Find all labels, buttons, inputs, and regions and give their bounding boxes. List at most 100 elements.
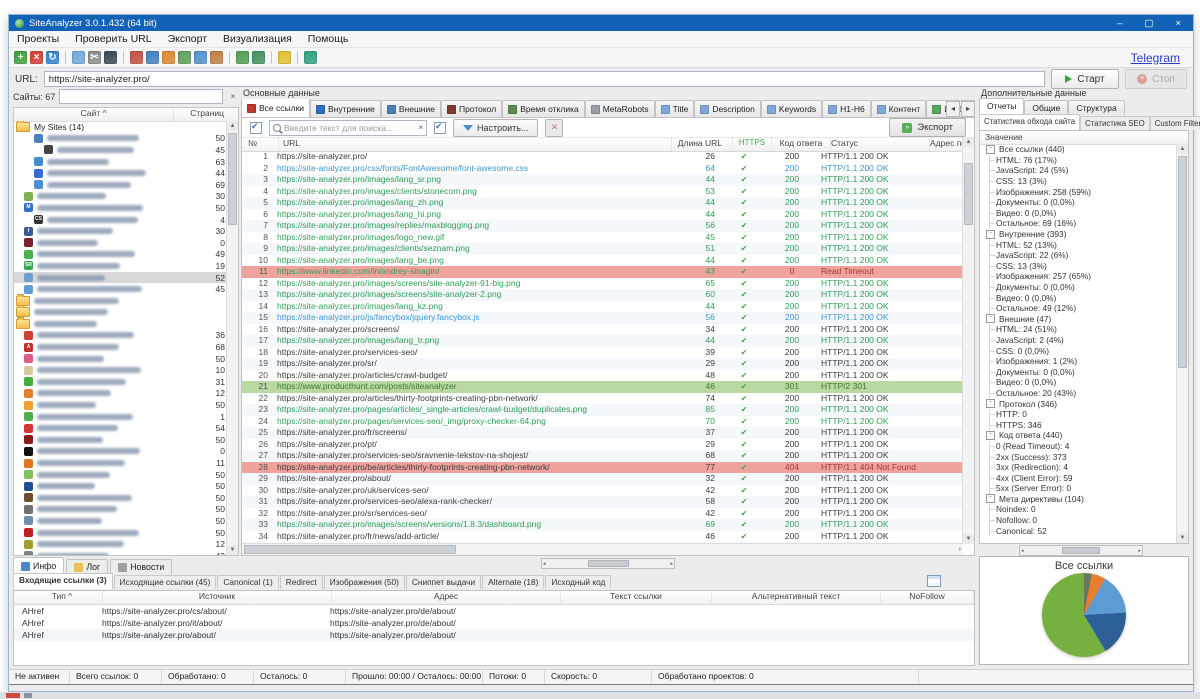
export-button[interactable]: » Экспорт (889, 118, 966, 137)
tree-scrollbar[interactable]: ▲▼ (1176, 144, 1188, 543)
details-subtab-4[interactable]: Redirect (280, 575, 323, 589)
maximize-button[interactable]: ▢ (1144, 18, 1153, 29)
column-header-4[interactable]: HTTPS (733, 138, 772, 151)
tree-item[interactable]: Canonical: 52 (980, 525, 1177, 536)
filter-checkbox-2[interactable] (434, 122, 446, 134)
tree-item[interactable]: Документы: 0 (0,0%) (980, 282, 1177, 293)
site-folder-row[interactable] (14, 318, 227, 330)
table-row[interactable]: 23https://site-analyzer.pro/pages/articl… (242, 404, 963, 416)
collapse-icon[interactable]: - (986, 431, 995, 440)
table-row[interactable]: 33https://site-analyzer.pro/images/scree… (242, 519, 963, 531)
value-column-header[interactable]: Значение (980, 131, 1188, 145)
tab-h1-h6[interactable]: H1-H6 (822, 100, 871, 117)
reports-subtab-2[interactable]: Статистика SEO (1080, 116, 1150, 130)
tab-keywords[interactable]: Keywords (761, 100, 822, 117)
details-tab-2[interactable]: Лог (66, 559, 108, 574)
site-row[interactable]: 45 (14, 283, 227, 295)
collapse-icon[interactable]: - (986, 399, 995, 408)
find-icon[interactable] (104, 51, 117, 64)
tree-item[interactable]: CSS: 13 (3%) (980, 176, 1177, 187)
delete-icon[interactable]: × (30, 51, 43, 64)
reports-tab-2[interactable]: Общие (1024, 100, 1068, 115)
tab-внешние[interactable]: Внешние (381, 100, 441, 117)
tree-item[interactable]: HTML: 76 (17%) (980, 155, 1177, 166)
site-row[interactable]: 30 (14, 191, 227, 203)
collapse-icon[interactable]: - (986, 145, 995, 154)
cursor-icon[interactable] (162, 51, 175, 64)
table-row[interactable]: 13https://site-analyzer.pro/images/scree… (242, 289, 963, 301)
table-green-icon[interactable] (178, 51, 191, 64)
tree-item[interactable]: Noindex: 0 (980, 504, 1177, 515)
column-header-1[interactable]: № (242, 138, 279, 151)
tab-время-отклика[interactable]: Время отклика (502, 100, 585, 117)
tree-group[interactable]: -Все ссылки (440) (980, 144, 1177, 155)
tab-metarobots[interactable]: MetaRobots (585, 100, 655, 117)
site-row[interactable]: 69 (14, 179, 227, 191)
column-header-2[interactable]: URL (279, 138, 672, 151)
menu-item-3[interactable]: Экспорт (160, 33, 215, 45)
table-row[interactable]: 3https://site-analyzer.pro/images/lang_s… (242, 174, 963, 186)
details-column-2[interactable]: Источник (103, 591, 332, 604)
reports-tab-1[interactable]: Отчеты (979, 98, 1024, 115)
collapse-icon[interactable]: - (986, 230, 995, 239)
table-row[interactable]: 2https://site-analyzer.pro/css/fonts/Fon… (242, 163, 963, 175)
tree-group[interactable]: -Код ответа (440) (980, 430, 1177, 441)
table-row[interactable]: 29https://site-analyzer.pro/about/32✔200… (242, 473, 963, 485)
tab-scroll-right-icon[interactable]: ▸ (961, 101, 975, 117)
brush-icon[interactable] (278, 51, 291, 64)
site-row[interactable]: 50 (14, 434, 227, 446)
refresh-icon[interactable]: ↻ (46, 51, 59, 64)
site-row[interactable]: 50 (14, 515, 227, 527)
filter-checkbox-1[interactable] (250, 122, 262, 134)
tree-item[interactable]: 5xx (Server Error): 0 (980, 483, 1177, 494)
table-row[interactable]: 5https://site-analyzer.pro/images/lang_z… (242, 197, 963, 209)
tree-item[interactable]: Документы: 0 (0,0%) (980, 197, 1177, 208)
tree-item[interactable]: Видео: 0 (0,0%) (980, 208, 1177, 219)
collapse-icon[interactable]: - (986, 494, 995, 503)
tree-item[interactable]: HTML: 24 (51%) (980, 324, 1177, 335)
table-row[interactable]: 24https://site-analyzer.pro/pages/servic… (242, 416, 963, 428)
details-subtab-2[interactable]: Исходящие ссылки (45) (114, 575, 217, 589)
tree-group[interactable]: -Внутренние (393) (980, 229, 1177, 240)
site-row[interactable]: 12 (14, 388, 227, 400)
table-row[interactable]: 6https://site-analyzer.pro/images/lang_h… (242, 209, 963, 221)
table-blue-icon[interactable] (194, 51, 207, 64)
details-tab-3[interactable]: Новости (110, 559, 172, 574)
table-hscrollbar[interactable]: › (242, 543, 963, 555)
details-subtab-5[interactable]: Изображения (50) (324, 575, 405, 589)
sites-column-site[interactable]: Сайт ^ (14, 108, 174, 121)
table-row[interactable]: 8https://site-analyzer.pro/images/logo_n… (242, 232, 963, 244)
tab-title[interactable]: Title (655, 100, 695, 117)
tree-item[interactable]: 0 (Read Timeout): 4 (980, 441, 1177, 452)
table-row[interactable]: 16https://site-analyzer.pro/screens/34✔2… (242, 324, 963, 336)
site-row[interactable]: 49 (14, 249, 227, 261)
reports-tab-3[interactable]: Структура (1068, 100, 1124, 115)
tree-item[interactable]: HTML: 52 (13%) (980, 239, 1177, 250)
sites-column-pages[interactable]: Страниц (174, 108, 238, 121)
site-row[interactable]: 43 (14, 550, 227, 555)
table-row[interactable]: 9https://site-analyzer.pro/images/client… (242, 243, 963, 255)
reports-subtab-3[interactable]: Custom Filters (1150, 116, 1200, 130)
sidebar-scrollbar[interactable]: ▲▼ (226, 121, 238, 555)
table-row[interactable]: 22https://site-analyzer.pro/articles/thi… (242, 393, 963, 405)
table-row[interactable]: 11https://www.linkedin.com/in/andrey-sin… (242, 266, 963, 278)
table-row[interactable]: 30https://site-analyzer.pro/uk/services-… (242, 485, 963, 497)
add-icon[interactable]: + (14, 51, 27, 64)
table-row[interactable]: 19https://site-analyzer.pro/sr/29✔200HTT… (242, 358, 963, 370)
table-report-icon[interactable] (210, 51, 223, 64)
search-clear-icon[interactable]: × (418, 123, 423, 132)
details-row[interactable]: AHrefhttps://site-analyzer.pro/cs/about/… (14, 605, 974, 617)
site-row[interactable]: 12 (14, 538, 227, 550)
site-row[interactable]: 36 (14, 330, 227, 342)
app-icon[interactable] (304, 51, 317, 64)
table-search-input[interactable]: Введите текст для поиска... × (269, 120, 427, 136)
tab-внутренние[interactable]: Внутренние (310, 100, 381, 117)
details-column-1[interactable]: Тип ^ (14, 591, 103, 604)
sites-search-input[interactable] (59, 89, 223, 104)
tab-description[interactable]: Description (694, 100, 761, 117)
details-column-4[interactable]: Текст ссылки (561, 591, 712, 604)
menu-item-5[interactable]: Помощь (300, 33, 357, 45)
site-row[interactable]: 50 (14, 492, 227, 504)
site-row[interactable]: 54 (14, 422, 227, 434)
tree-item[interactable]: Nofollow: 0 (980, 515, 1177, 526)
